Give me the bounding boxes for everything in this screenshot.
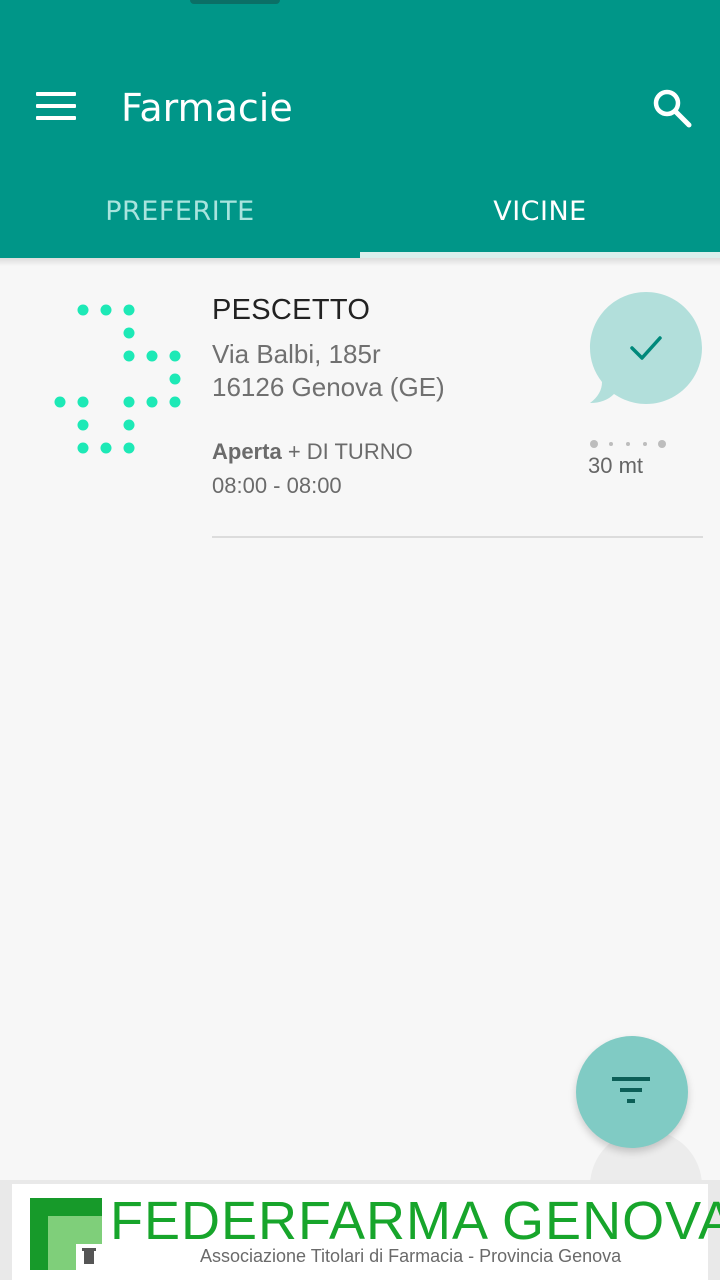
filter-icon bbox=[612, 1077, 650, 1103]
banner-content: FEDERFARMA GENOVA Associazione Titolari … bbox=[12, 1184, 720, 1280]
tab-preferite[interactable]: PREFERITE bbox=[0, 176, 360, 258]
pharmacy-distance: 30 mt bbox=[588, 453, 644, 478]
pharmacy-status: Aperta + DI TURNO bbox=[212, 439, 413, 465]
favorite-check-icon[interactable] bbox=[588, 290, 704, 408]
menu-icon[interactable] bbox=[36, 92, 76, 122]
federfarma-logo-icon bbox=[30, 1198, 102, 1270]
tab-vicine[interactable]: VICINE bbox=[360, 176, 720, 258]
address-city: 16126 Genova (GE) bbox=[212, 372, 445, 402]
distance-dots-icon bbox=[590, 440, 666, 448]
list-divider bbox=[212, 536, 703, 538]
address-street: Via Balbi, 185r bbox=[212, 339, 381, 369]
banner-title: FEDERFARMA GENOVA bbox=[110, 1191, 720, 1251]
filter-button[interactable] bbox=[576, 1036, 688, 1148]
pharmacy-name: PESCETTO bbox=[212, 294, 371, 326]
page-title: Farmacie bbox=[121, 86, 293, 130]
app-bar: Farmacie PREFERITE VICINE bbox=[0, 0, 720, 258]
ad-banner[interactable]: FEDERFARMA GENOVA Associazione Titolari … bbox=[0, 1180, 720, 1280]
pharmacy-address: Via Balbi, 185r 16126 Genova (GE) bbox=[212, 338, 445, 404]
app-bar-shadow bbox=[0, 258, 720, 266]
status-bar-notch bbox=[190, 0, 280, 4]
pharmacy-hours: 08:00 - 08:00 bbox=[212, 473, 342, 498]
search-icon[interactable] bbox=[650, 86, 694, 130]
banner-subtitle: Associazione Titolari di Farmacia - Prov… bbox=[200, 1246, 622, 1266]
status-extra: + DI TURNO bbox=[287, 439, 413, 464]
pharmacy-cross-icon bbox=[54, 304, 181, 454]
status-open: Aperta bbox=[212, 439, 282, 464]
